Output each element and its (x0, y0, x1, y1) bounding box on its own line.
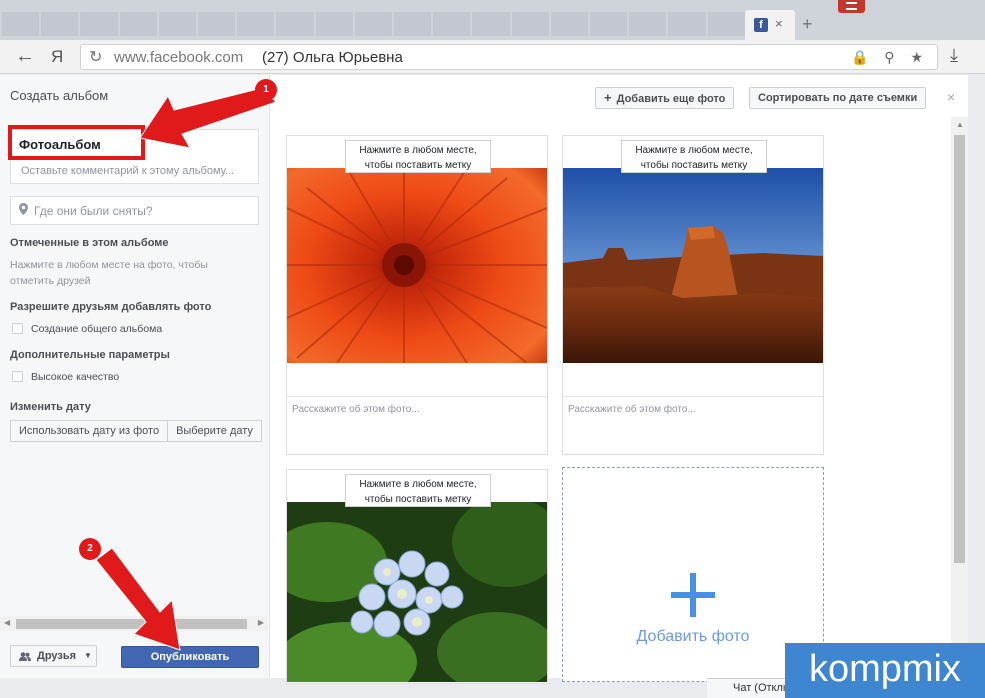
step-badge-2: 2 (79, 538, 101, 560)
add-more-photos-label: Добавить еще фото (616, 93, 726, 105)
yandex-icon[interactable]: Я (51, 47, 63, 67)
background-tabs[interactable] (0, 12, 745, 36)
facebook-favicon-icon: f (754, 18, 768, 32)
tagged-title: Отмеченные в этом альбоме (10, 237, 169, 249)
vertical-scrollbar[interactable]: ▲ (951, 117, 968, 678)
use-photo-date-button[interactable]: Использовать дату из фото (10, 420, 169, 442)
tagged-hint: Нажмите в любом месте на фото, чтобы отм… (10, 259, 208, 287)
download-icon[interactable]: ⤓ (950, 45, 958, 66)
location-input[interactable]: Где они были сняты? (10, 196, 259, 225)
friends-icon (19, 652, 31, 661)
divider (563, 396, 823, 397)
new-tab-icon[interactable]: + (802, 14, 813, 35)
create-album-dialog: Создать альбом Фотоальбом Оставьте комме… (0, 75, 968, 684)
audience-label: Друзья (37, 650, 77, 662)
audience-selector[interactable]: Друзья ▼ (10, 645, 97, 667)
browser-menu-icon[interactable] (838, 0, 865, 13)
annotation-highlight-box (8, 125, 145, 160)
allow-friends-title: Разрешите друзьям добавлять фото (10, 301, 212, 313)
horizontal-scrollbar[interactable]: ◀ ▶ (0, 616, 268, 631)
browser-tab-strip: f × + (0, 0, 985, 40)
dialog-title: Создать альбом (10, 88, 109, 103)
scroll-up-icon[interactable]: ▲ (956, 120, 964, 129)
shared-album-checkbox[interactable] (12, 323, 23, 334)
divider (287, 396, 547, 397)
sort-by-date-button[interactable]: Сортировать по дате съемки (749, 87, 927, 109)
photo-card[interactable]: Нажмите в любом месте, чтобы поставить м… (286, 469, 548, 684)
scroll-right-icon[interactable]: ▶ (258, 618, 264, 627)
tag-hint: Нажмите в любом месте, чтобы поставить м… (621, 140, 767, 173)
shared-album-label[interactable]: Создание общего альбома (31, 323, 162, 335)
add-plus-icon (671, 573, 715, 617)
address-bar: ← Я ↻ www.facebook.com (27) Ольга Юрьевн… (0, 40, 985, 74)
add-photo-label: Добавить фото (636, 628, 750, 645)
photo-description-input[interactable]: Расскажите об этом фото... (292, 404, 420, 415)
photo-card[interactable]: Нажмите в любом месте, чтобы поставить м… (286, 135, 548, 455)
high-quality-checkbox[interactable] (12, 371, 23, 382)
date-buttons: Использовать дату из фото Выберите дату (10, 420, 262, 442)
page-title: (27) Ольга Юрьевна (262, 49, 403, 66)
plus-icon: + (604, 90, 612, 105)
location-pin-icon (19, 203, 28, 215)
album-settings-panel: Создать альбом Фотоальбом Оставьте комме… (0, 75, 270, 678)
reload-icon[interactable]: ↻ (89, 47, 102, 67)
album-comment-input[interactable]: Оставьте комментарий к этому альбому... (21, 165, 234, 177)
chevron-down-icon: ▼ (84, 651, 92, 660)
scrollbar-thumb[interactable] (16, 619, 247, 629)
publish-button[interactable]: Опубликовать (121, 646, 259, 668)
change-date-title: Изменить дату (10, 401, 91, 413)
tab-close-icon[interactable]: × (775, 16, 783, 31)
watermark: kompmix (785, 643, 985, 698)
scrollbar-thumb[interactable] (954, 135, 965, 563)
photo-hydrangea[interactable] (287, 502, 547, 682)
address-icons[interactable]: 🔒 ⚲ ★ (851, 49, 929, 66)
choose-date-button[interactable]: Выберите дату (168, 420, 262, 442)
step-badge-1: 1 (255, 79, 277, 101)
scroll-left-icon[interactable]: ◀ (4, 618, 10, 627)
high-quality-label[interactable]: Высокое качество (31, 371, 119, 383)
photo-red-flower[interactable] (287, 168, 547, 363)
back-arrow-icon[interactable]: ← (15, 45, 35, 68)
close-icon[interactable]: × (947, 89, 955, 105)
url-host: www.facebook.com (114, 49, 244, 66)
photo-description-input[interactable]: Расскажите об этом фото... (568, 404, 696, 415)
photo-card[interactable]: Нажмите в любом месте, чтобы поставить м… (562, 135, 824, 455)
active-tab[interactable]: f × (745, 10, 795, 40)
extra-params-title: Дополнительные параметры (10, 349, 170, 361)
tag-hint: Нажмите в любом месте, чтобы поставить м… (345, 140, 491, 173)
tag-hint: Нажмите в любом месте, чтобы поставить м… (345, 474, 491, 507)
photo-desert-mesa[interactable] (563, 168, 823, 363)
url-field[interactable]: ↻ www.facebook.com (27) Ольга Юрьевна 🔒 … (80, 44, 938, 70)
add-more-photos-button[interactable]: + Добавить еще фото (595, 87, 735, 109)
location-placeholder: Где они были сняты? (34, 204, 153, 218)
